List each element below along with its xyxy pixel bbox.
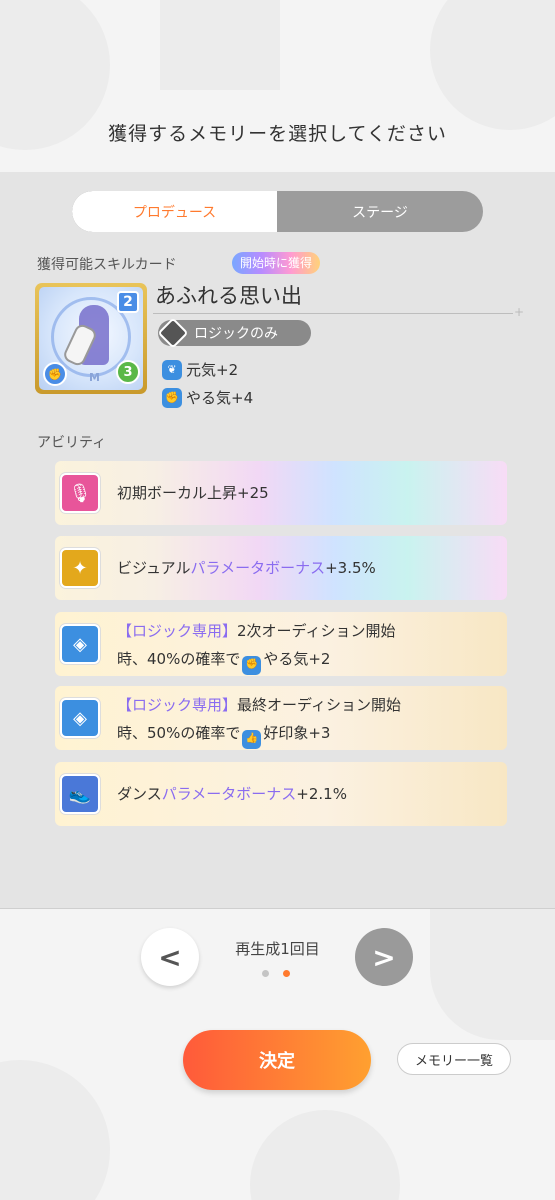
card-type-icon: ✊ (43, 362, 67, 386)
skill-card[interactable]: 2 3 ✊ M (35, 283, 147, 394)
plus-icon: + (514, 305, 525, 319)
ability-text: 【ロジック専用】最終オーディション開始 時、50%の確率で 👍 好印象+3 (117, 691, 401, 749)
memory-list-button[interactable]: メモリー一覧 (397, 1043, 511, 1075)
dance-icon: 👟 (60, 774, 100, 814)
ability-item: ◈ 【ロジック専用】最終オーディション開始 時、50%の確率で 👍 好印象+3 (55, 686, 507, 750)
card-effect: ✊ やる気+4 (162, 387, 253, 408)
ability-text: ビジュアルパラメータボーナス+3.5% (117, 559, 376, 577)
page-indicator (262, 970, 290, 977)
restriction-badge: ロジックのみ (157, 317, 311, 349)
skill-section-label: 獲得可能スキルカード (37, 257, 177, 273)
page-dot (262, 970, 269, 977)
visual-icon: ✦ (60, 548, 100, 588)
page-title: 獲得するメモリーを選択してください (108, 123, 447, 145)
effect-text: 元気+2 (186, 361, 239, 379)
tab-stage[interactable]: ステージ (277, 191, 483, 232)
ability-item: 👟 ダンスパラメータボーナス+2.1% (55, 762, 507, 826)
decide-button[interactable]: 決定 (183, 1030, 371, 1090)
divider (0, 908, 555, 909)
ability-text: ダンスパラメータボーナス+2.1% (117, 785, 347, 803)
ability-section-label: アビリティ (37, 435, 107, 451)
microphone-icon: 🎙 (60, 473, 100, 513)
tab-bar: プロデュース ステージ (72, 191, 483, 232)
yaruki-icon: ✊ (242, 655, 262, 675)
koinshou-icon: 👍 (242, 729, 262, 749)
card-effect: ❦ 元気+2 (162, 359, 238, 380)
page-dot-active (283, 970, 290, 977)
ability-item: ◈ 【ロジック専用】2次オーディション開始 時、40%の確率で ✊ やる気+2 (55, 612, 507, 676)
card-name: あふれる思い出 (155, 284, 302, 308)
divider (153, 313, 513, 314)
next-button[interactable]: > (355, 928, 413, 986)
tab-produce[interactable]: プロデュース (72, 191, 277, 232)
regen-label: 再生成1回目 (235, 940, 320, 958)
yaruki-icon: ✊ (162, 387, 182, 408)
start-gain-badge: 開始時に獲得 (232, 252, 321, 274)
genki-icon: ❦ (162, 359, 182, 380)
effect-text: やる気+4 (186, 389, 254, 407)
logic-icon: ◈ (60, 698, 100, 738)
restriction-label: ロジックのみ (194, 326, 278, 342)
card-cost: 2 (117, 291, 139, 313)
card-power: 3 (116, 360, 140, 384)
card-logo: M (89, 371, 100, 384)
ability-text: 初期ボーカル上昇+25 (117, 484, 269, 502)
ability-text: 【ロジック専用】2次オーディション開始 時、40%の確率で ✊ やる気+2 (117, 617, 396, 675)
skill-card-art: 2 3 ✊ M (39, 287, 143, 390)
ability-item: 🎙 初期ボーカル上昇+25 (55, 461, 507, 525)
logic-icon: ◈ (60, 624, 100, 664)
ability-item: ✦ ビジュアルパラメータボーナス+3.5% (55, 536, 507, 600)
